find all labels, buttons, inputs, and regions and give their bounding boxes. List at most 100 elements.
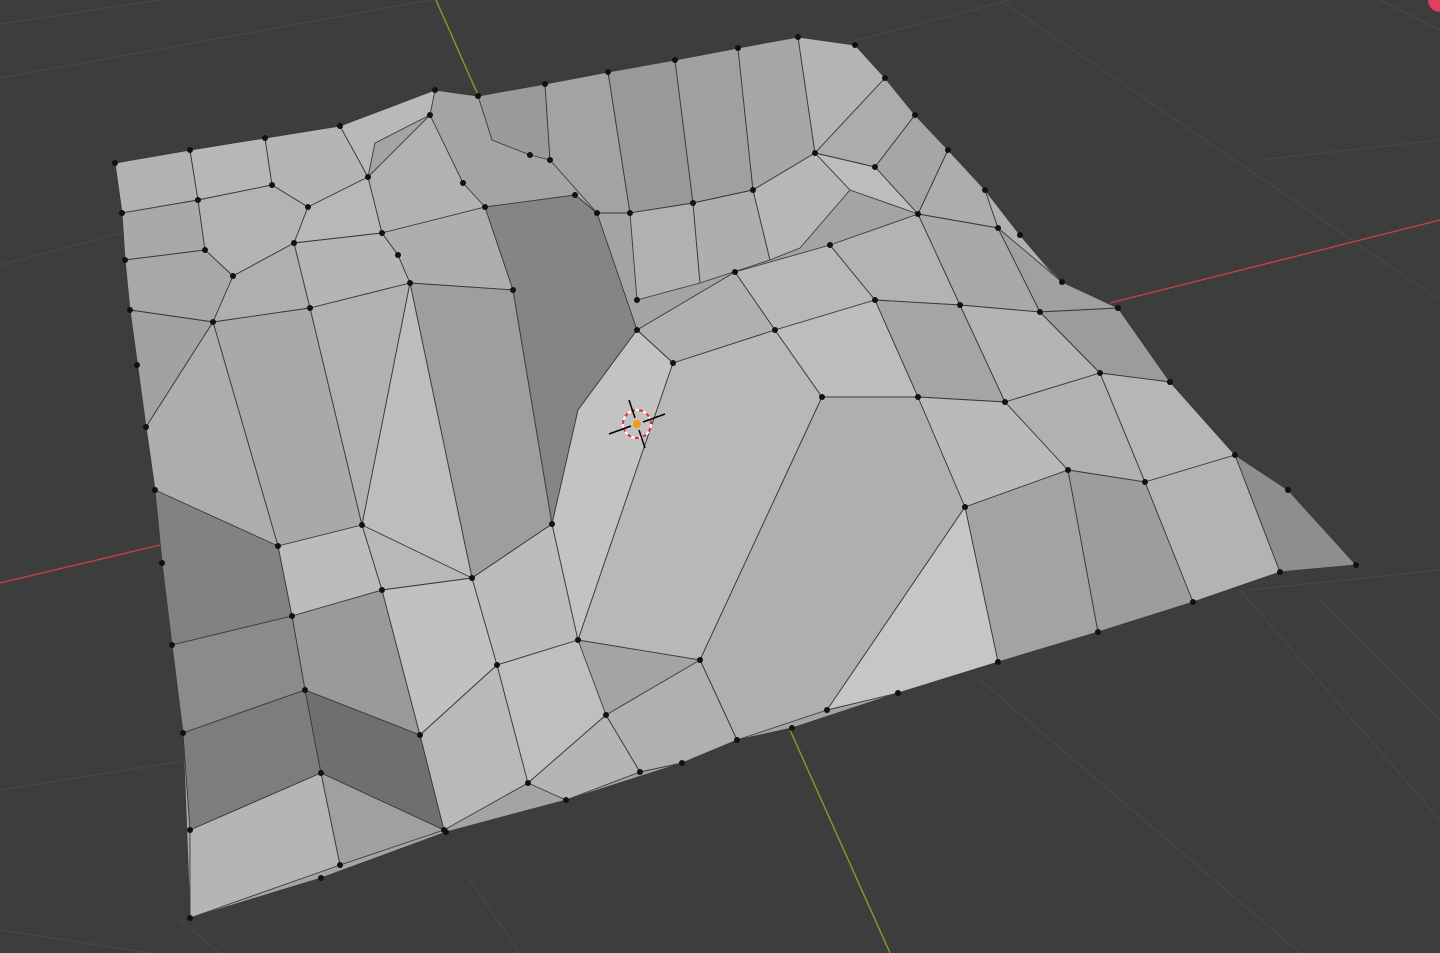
mesh-vertex[interactable]: [750, 187, 756, 193]
mesh-vertex[interactable]: [962, 504, 968, 510]
mesh-vertex[interactable]: [1167, 379, 1173, 385]
mesh-vertex[interactable]: [789, 725, 795, 731]
mesh-vertex[interactable]: [318, 770, 324, 776]
mesh-vertex[interactable]: [1115, 305, 1121, 311]
mesh-vertex[interactable]: [819, 394, 825, 400]
mesh-vertex[interactable]: [572, 192, 578, 198]
mesh-vertex[interactable]: [134, 362, 140, 368]
mesh-vertex[interactable]: [122, 257, 128, 263]
mesh-vertex[interactable]: [1232, 452, 1238, 458]
mesh-vertex[interactable]: [732, 269, 738, 275]
mesh-vertex[interactable]: [525, 780, 531, 786]
mesh-vertex[interactable]: [460, 180, 466, 186]
mesh-vertex[interactable]: [119, 210, 125, 216]
mesh-vertex[interactable]: [697, 657, 703, 663]
mesh-vertex[interactable]: [1285, 487, 1291, 493]
mesh-vertex[interactable]: [679, 760, 685, 766]
mesh-vertex[interactable]: [603, 712, 609, 718]
mesh-vertex[interactable]: [527, 152, 533, 158]
mesh-vertex[interactable]: [594, 210, 600, 216]
mesh-vertex[interactable]: [1095, 629, 1101, 635]
mesh-vertex[interactable]: [289, 613, 295, 619]
mesh-vertex[interactable]: [307, 305, 313, 311]
mesh-vertex[interactable]: [827, 242, 833, 248]
mesh-vertex[interactable]: [275, 543, 281, 549]
mesh-vertex[interactable]: [143, 424, 149, 430]
mesh-vertex[interactable]: [672, 57, 678, 63]
mesh-vertex[interactable]: [549, 521, 555, 527]
mesh-vertex[interactable]: [563, 797, 569, 803]
mesh-vertex[interactable]: [812, 150, 818, 156]
mesh-vertex[interactable]: [945, 147, 951, 153]
mesh-vertex[interactable]: [395, 252, 401, 258]
mesh-vertex[interactable]: [152, 487, 158, 493]
mesh-vertex[interactable]: [882, 75, 888, 81]
viewport-canvas[interactable]: [0, 0, 1440, 953]
mesh-vertex[interactable]: [547, 157, 553, 163]
mesh-vertex[interactable]: [291, 240, 297, 246]
mesh-vertex[interactable]: [359, 522, 365, 528]
mesh-vertex[interactable]: [427, 112, 433, 118]
mesh-vertex[interactable]: [379, 587, 385, 593]
mesh-vertex[interactable]: [1065, 467, 1071, 473]
mesh-vertex[interactable]: [1037, 309, 1043, 315]
mesh-vertex[interactable]: [187, 827, 193, 833]
mesh-vertex[interactable]: [995, 659, 1001, 665]
mesh-vertex[interactable]: [872, 164, 878, 170]
mesh-vertex[interactable]: [469, 575, 475, 581]
3d-viewport[interactable]: [0, 0, 1440, 953]
mesh-vertex[interactable]: [824, 707, 830, 713]
mesh-vertex[interactable]: [407, 280, 413, 286]
terrain-mesh[interactable]: [112, 34, 1359, 921]
mesh-vertex[interactable]: [127, 307, 133, 313]
mesh-vertex[interactable]: [605, 69, 611, 75]
mesh-vertex[interactable]: [1059, 279, 1065, 285]
mesh-vertex[interactable]: [159, 560, 165, 566]
mesh-vertex[interactable]: [417, 732, 423, 738]
mesh-vertex[interactable]: [895, 690, 901, 696]
mesh-vertex[interactable]: [852, 42, 858, 48]
mesh-vertex[interactable]: [690, 200, 696, 206]
mesh-vertex[interactable]: [1353, 562, 1359, 568]
mesh-vertex[interactable]: [1142, 479, 1148, 485]
mesh-vertex[interactable]: [230, 273, 236, 279]
mesh-vertex[interactable]: [1002, 399, 1008, 405]
mesh-vertex[interactable]: [634, 327, 640, 333]
mesh-vertex[interactable]: [957, 302, 963, 308]
mesh-vertex[interactable]: [482, 204, 488, 210]
mesh-vertex[interactable]: [872, 297, 878, 303]
mesh-vertex[interactable]: [365, 174, 371, 180]
mesh-vertex[interactable]: [1190, 599, 1196, 605]
mesh-vertex[interactable]: [982, 187, 988, 193]
mesh-vertex[interactable]: [1277, 569, 1283, 575]
mesh-vertex[interactable]: [269, 182, 275, 188]
mesh-vertex[interactable]: [169, 642, 175, 648]
mesh-vertex[interactable]: [202, 247, 208, 253]
mesh-vertex[interactable]: [432, 87, 438, 93]
mesh-vertex[interactable]: [475, 93, 481, 99]
mesh-vertex[interactable]: [180, 730, 186, 736]
mesh-vertex[interactable]: [772, 327, 778, 333]
mesh-vertex[interactable]: [112, 160, 118, 166]
mesh-vertex[interactable]: [634, 297, 640, 303]
mesh-vertex[interactable]: [627, 210, 633, 216]
mesh-vertex[interactable]: [1097, 370, 1103, 376]
mesh-vertex[interactable]: [1017, 232, 1023, 238]
mesh-vertex[interactable]: [912, 112, 918, 118]
mesh-vertex[interactable]: [337, 862, 343, 868]
mesh-vertex[interactable]: [542, 81, 548, 87]
mesh-vertex[interactable]: [262, 135, 268, 141]
mesh-vertex[interactable]: [494, 662, 500, 668]
mesh-vertex[interactable]: [734, 737, 740, 743]
mesh-face[interactable]: [629, 202, 701, 301]
mesh-vertex[interactable]: [735, 45, 741, 51]
mesh-vertex[interactable]: [379, 230, 385, 236]
navigation-gizmo-icon[interactable]: [1428, 0, 1440, 12]
mesh-vertex[interactable]: [302, 687, 308, 693]
mesh-vertex[interactable]: [915, 394, 921, 400]
mesh-vertex[interactable]: [441, 827, 447, 833]
mesh-vertex[interactable]: [318, 875, 324, 881]
mesh-vertex[interactable]: [210, 319, 216, 325]
mesh-vertex[interactable]: [305, 204, 311, 210]
mesh-vertex[interactable]: [195, 197, 201, 203]
